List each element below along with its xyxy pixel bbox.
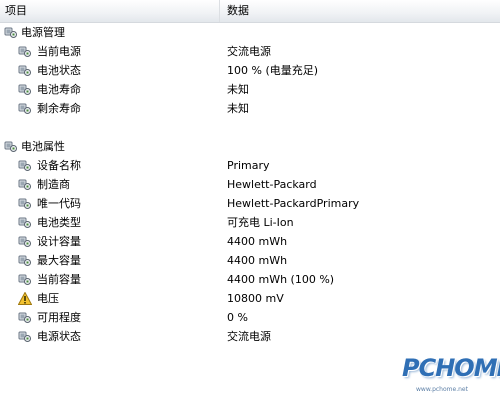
property-value: 未知 bbox=[227, 102, 249, 115]
property-row[interactable]: 电压 10800 mV bbox=[0, 289, 500, 308]
property-label: 唯一代码 bbox=[37, 197, 81, 210]
battery-icon bbox=[18, 83, 32, 96]
battery-icon bbox=[18, 216, 32, 229]
watermark-url: www.pchome.net bbox=[416, 386, 468, 393]
watermark-logo: PCHOME bbox=[402, 354, 500, 382]
battery-icon bbox=[18, 235, 32, 248]
battery-icon bbox=[4, 140, 18, 153]
property-label: 剩余寿命 bbox=[37, 102, 81, 115]
battery-icon bbox=[18, 102, 32, 115]
property-value: 10800 mV bbox=[227, 292, 284, 305]
battery-icon bbox=[18, 45, 32, 58]
property-value: 交流电源 bbox=[227, 45, 271, 58]
property-value: 0 % bbox=[227, 311, 248, 324]
property-value: Primary bbox=[227, 159, 270, 172]
property-value: Hewlett-Packard bbox=[227, 178, 317, 191]
property-row[interactable]: 当前容量 4400 mWh (100 %) bbox=[0, 270, 500, 289]
property-row[interactable]: 电源状态 交流电源 bbox=[0, 327, 500, 346]
property-label: 电池状态 bbox=[37, 64, 81, 77]
property-value: 未知 bbox=[227, 83, 249, 96]
property-label: 电源状态 bbox=[37, 330, 81, 343]
pchome-watermark: PCHOME www.pchome.net bbox=[402, 350, 500, 398]
category-label: 电池属性 bbox=[21, 140, 65, 153]
column-header: 项目 数据 bbox=[0, 0, 500, 23]
property-label: 电池类型 bbox=[37, 216, 81, 229]
property-row[interactable]: 设计容量 4400 mWh bbox=[0, 232, 500, 251]
header-data[interactable]: 数据 bbox=[221, 0, 500, 22]
property-label: 设计容量 bbox=[37, 235, 81, 248]
header-item[interactable]: 项目 bbox=[0, 0, 220, 22]
battery-icon bbox=[18, 64, 32, 77]
property-row[interactable]: 设备名称 Primary bbox=[0, 156, 500, 175]
property-label: 可用程度 bbox=[37, 311, 81, 324]
battery-icon bbox=[18, 178, 32, 191]
property-label: 最大容量 bbox=[37, 254, 81, 267]
property-row[interactable]: 当前电源 交流电源 bbox=[0, 42, 500, 61]
property-value: 100 % (电量充足) bbox=[227, 64, 319, 77]
property-value: 4400 mWh bbox=[227, 235, 288, 248]
property-value: 可充电 Li-Ion bbox=[227, 216, 294, 229]
category-row[interactable]: 电源管理 bbox=[0, 23, 500, 42]
property-value: 4400 mWh bbox=[227, 254, 288, 267]
property-label: 电压 bbox=[37, 292, 59, 305]
property-row[interactable]: 唯一代码 Hewlett-PackardPrimary bbox=[0, 194, 500, 213]
battery-icon bbox=[18, 159, 32, 172]
warning-icon bbox=[17, 291, 33, 305]
battery-icon bbox=[18, 197, 32, 210]
property-row[interactable]: 制造商 Hewlett-Packard bbox=[0, 175, 500, 194]
property-label: 当前容量 bbox=[37, 273, 81, 286]
battery-icon bbox=[18, 330, 32, 343]
property-value: Hewlett-PackardPrimary bbox=[227, 197, 360, 210]
category-row[interactable]: 电池属性 bbox=[0, 137, 500, 156]
property-row[interactable]: 电池状态 100 % (电量充足) bbox=[0, 61, 500, 80]
property-value: 4400 mWh (100 %) bbox=[227, 273, 335, 286]
property-row[interactable]: 电池寿命 未知 bbox=[0, 80, 500, 99]
property-label: 当前电源 bbox=[37, 45, 81, 58]
property-row[interactable]: 最大容量 4400 mWh bbox=[0, 251, 500, 270]
category-label: 电源管理 bbox=[21, 26, 65, 39]
property-label: 制造商 bbox=[37, 178, 70, 191]
property-row[interactable]: 剩余寿命 未知 bbox=[0, 99, 500, 118]
battery-icon bbox=[18, 311, 32, 324]
property-label: 设备名称 bbox=[37, 159, 81, 172]
battery-icon bbox=[18, 254, 32, 267]
property-row[interactable]: 可用程度 0 % bbox=[0, 308, 500, 327]
battery-icon bbox=[18, 273, 32, 286]
property-value: 交流电源 bbox=[227, 330, 271, 343]
property-row[interactable]: 电池类型 可充电 Li-Ion bbox=[0, 213, 500, 232]
property-label: 电池寿命 bbox=[37, 83, 81, 96]
battery-icon bbox=[4, 26, 18, 39]
